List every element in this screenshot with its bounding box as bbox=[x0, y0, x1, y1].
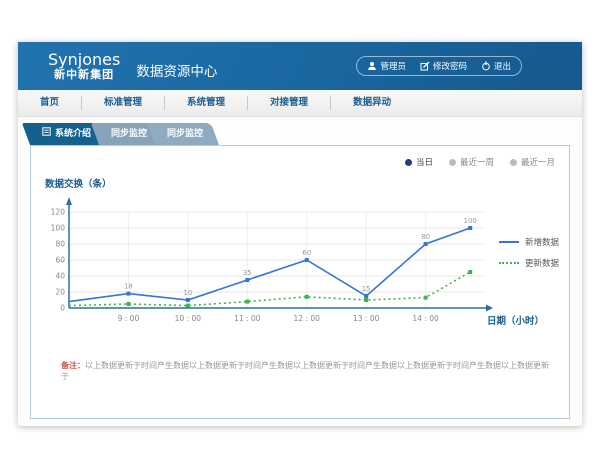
svg-text:10 : 00: 10 : 00 bbox=[175, 314, 202, 323]
filter-today[interactable]: 当日 bbox=[405, 156, 433, 168]
filter-last-week[interactable]: 最近一周 bbox=[449, 156, 494, 168]
nav-item-standard-mgmt[interactable]: 标准管理 bbox=[82, 96, 165, 110]
edit-icon bbox=[420, 61, 430, 71]
legend-label: 新增数据 bbox=[525, 236, 559, 248]
svg-text:40: 40 bbox=[55, 272, 65, 281]
document-icon bbox=[42, 123, 51, 145]
radio-dot-icon bbox=[405, 159, 412, 166]
tab-sync-monitor-2[interactable]: 同步监控 bbox=[155, 123, 219, 145]
svg-text:10: 10 bbox=[183, 289, 192, 297]
svg-text:60: 60 bbox=[302, 249, 311, 257]
series-legend: 新增数据 更新数据 bbox=[499, 234, 579, 276]
svg-text:9 : 00: 9 : 00 bbox=[118, 314, 140, 323]
logout-button[interactable]: 退出 bbox=[481, 60, 511, 72]
solid-line-swatch-icon bbox=[499, 241, 519, 243]
svg-text:15: 15 bbox=[362, 285, 371, 293]
user-menu: 管理员 修改密码 退出 bbox=[356, 56, 522, 76]
power-icon bbox=[481, 61, 491, 71]
y-axis-title: 数据交换（条） bbox=[45, 176, 112, 190]
filter-label: 最近一月 bbox=[521, 156, 555, 168]
logo-secondary-text: 新中新集团 bbox=[48, 69, 120, 81]
tab-bar: 系统介绍 同步监控 同步监控 bbox=[30, 123, 211, 145]
svg-text:11 : 00: 11 : 00 bbox=[234, 314, 261, 323]
svg-text:18: 18 bbox=[124, 283, 133, 291]
filter-last-month[interactable]: 最近一月 bbox=[510, 156, 555, 168]
nav-item-data-change[interactable]: 数据异动 bbox=[331, 96, 413, 110]
svg-text:80: 80 bbox=[421, 233, 430, 241]
radio-dot-icon bbox=[510, 159, 517, 166]
chart-panel: 当日 最近一周 最近一月 数据交换（条） 0 20 40 60 80 100 120 9 : … bbox=[30, 145, 570, 419]
user-menu-label: 管理员 bbox=[380, 60, 406, 72]
tab-label: 同步监控 bbox=[167, 123, 203, 145]
tab-system-intro[interactable]: 系统介绍 bbox=[30, 123, 107, 145]
user-icon bbox=[367, 61, 377, 71]
footnote-text: 以上数据更新于时间产生数据以上数据更新于时间产生数据以上数据更新于时间产生数据以… bbox=[61, 361, 549, 381]
radio-dot-icon bbox=[449, 159, 456, 166]
user-menu-label: 修改密码 bbox=[433, 60, 467, 72]
tab-label: 同步监控 bbox=[111, 123, 147, 145]
main-nav: 首页 标准管理 系统管理 对接管理 数据异动 bbox=[18, 90, 582, 117]
svg-text:0: 0 bbox=[60, 304, 65, 313]
filter-label: 当日 bbox=[416, 156, 433, 168]
svg-text:120: 120 bbox=[51, 208, 66, 217]
legend-item-new-data: 新增数据 bbox=[499, 234, 579, 249]
page-title: 数据资源中心 bbox=[136, 60, 217, 80]
svg-text:100: 100 bbox=[464, 217, 477, 225]
dotted-line-swatch-icon bbox=[499, 262, 519, 264]
change-password-button[interactable]: 修改密码 bbox=[420, 60, 467, 72]
company-logo: Synjones 新中新集团 bbox=[48, 51, 120, 81]
svg-text:80: 80 bbox=[55, 240, 65, 249]
footnote: 备注：以上数据更新于时间产生数据以上数据更新于时间产生数据以上数据更新于时间产生… bbox=[61, 360, 553, 382]
app-header: Synjones 新中新集团 数据资源中心 管理员 修改密码 退出 bbox=[18, 42, 582, 90]
time-range-filters: 当日 最近一周 最近一月 bbox=[405, 156, 555, 168]
legend-label: 更新数据 bbox=[525, 257, 559, 269]
user-menu-label: 退出 bbox=[494, 60, 511, 72]
svg-text:60: 60 bbox=[55, 256, 65, 265]
filter-label: 最近一周 bbox=[460, 156, 494, 168]
svg-text:13 : 00: 13 : 00 bbox=[353, 314, 380, 323]
svg-text:12 : 00: 12 : 00 bbox=[294, 314, 321, 323]
svg-text:20: 20 bbox=[55, 288, 65, 297]
nav-item-home[interactable]: 首页 bbox=[18, 96, 82, 110]
nav-item-interface-mgmt[interactable]: 对接管理 bbox=[248, 96, 331, 110]
svg-text:14 : 00: 14 : 00 bbox=[412, 314, 439, 323]
tab-label: 系统介绍 bbox=[55, 123, 91, 145]
app-window: Synjones 新中新集团 数据资源中心 管理员 修改密码 退出 bbox=[18, 42, 582, 426]
svg-text:100: 100 bbox=[51, 224, 66, 233]
logo-primary-text: Synjones bbox=[48, 51, 120, 69]
nav-item-system-mgmt[interactable]: 系统管理 bbox=[165, 96, 248, 110]
svg-text:35: 35 bbox=[243, 269, 252, 277]
current-user[interactable]: 管理员 bbox=[367, 60, 406, 72]
tab-sync-monitor-1[interactable]: 同步监控 bbox=[99, 123, 163, 145]
x-axis-title: 日期（小时） bbox=[487, 313, 544, 327]
legend-item-updated-data: 更新数据 bbox=[499, 255, 579, 270]
footnote-prefix: 备注： bbox=[61, 361, 85, 370]
line-chart: 0 20 40 60 80 100 120 9 : 00 10 : 00 11 : 00 12 : … bbox=[39, 190, 499, 340]
